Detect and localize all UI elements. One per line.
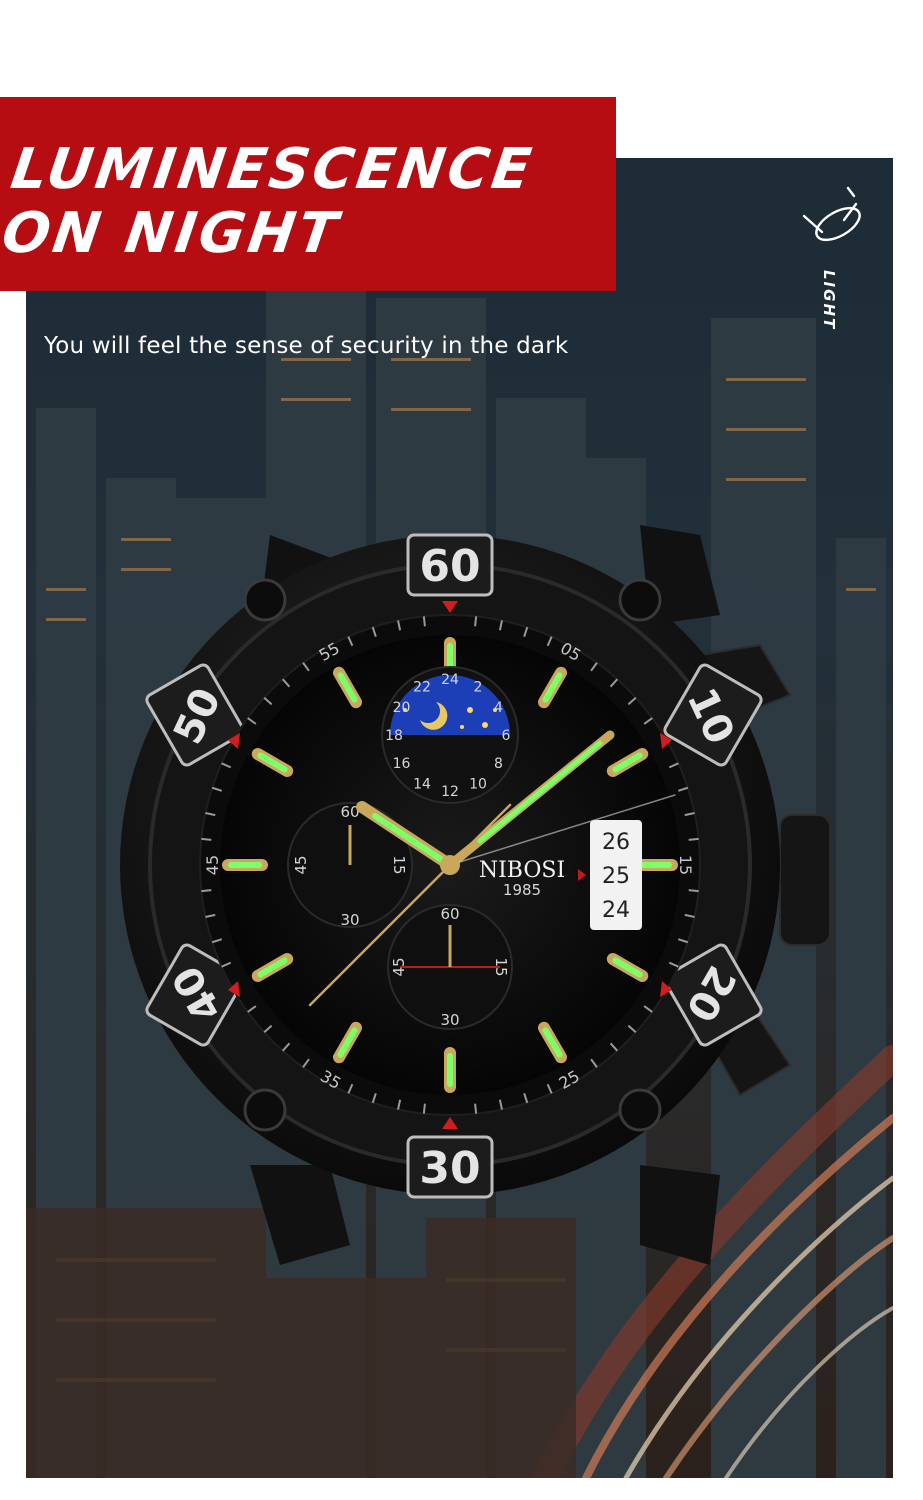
moon-subdial-label: 24	[441, 672, 459, 688]
moon-subdial-label: 14	[413, 776, 431, 792]
left-subdial-30: 30	[340, 911, 359, 929]
bottom-subdial-45: 45	[390, 957, 408, 976]
moon-subdial-label: 10	[469, 776, 487, 792]
left-subdial-15: 15	[390, 855, 408, 874]
bottom-subdial-30: 30	[440, 1011, 459, 1029]
moon-subdial-label: 12	[441, 784, 459, 800]
brand-year: 1985	[503, 881, 541, 899]
headline-line-2: ON NIGHT	[0, 201, 344, 266]
headline-line-1: LUMINESCENCE	[7, 137, 538, 202]
moon-subdial-label: 22	[413, 680, 431, 696]
brand-logo: NIBOSI	[479, 858, 565, 883]
moon-subdial-label: 2	[474, 680, 483, 696]
moon-subdial-label: 6	[502, 728, 511, 744]
moon-subdial-label: 18	[385, 728, 403, 744]
watch-illustration: 60 10 20 30 40 50 05 15 25 35 45 55 24 24…	[120, 525, 831, 1265]
bezel-number-60: 60	[419, 541, 480, 592]
date-24: 24	[602, 898, 630, 923]
moon-subdial-label: 8	[494, 756, 503, 772]
bottom-subdial-60: 60	[440, 905, 459, 923]
bottom-subdial-15: 15	[492, 957, 510, 976]
moon-subdial-label: 16	[393, 756, 411, 772]
date-25: 25	[602, 864, 630, 889]
moon-subdial-label: 4	[494, 700, 503, 716]
left-subdial-45: 45	[292, 855, 310, 874]
tagline: You will feel the sense of security in t…	[44, 333, 569, 359]
headline: LUMINESCENCE ON NIGHT	[0, 137, 538, 266]
flashlight-icon	[802, 186, 861, 242]
moon-subdial-label: 20	[393, 700, 411, 716]
light-label: LIGHT	[820, 270, 838, 331]
bezel-number-30: 30	[419, 1143, 480, 1194]
track-label-45: 45	[203, 855, 222, 875]
date-26: 26	[602, 830, 630, 855]
